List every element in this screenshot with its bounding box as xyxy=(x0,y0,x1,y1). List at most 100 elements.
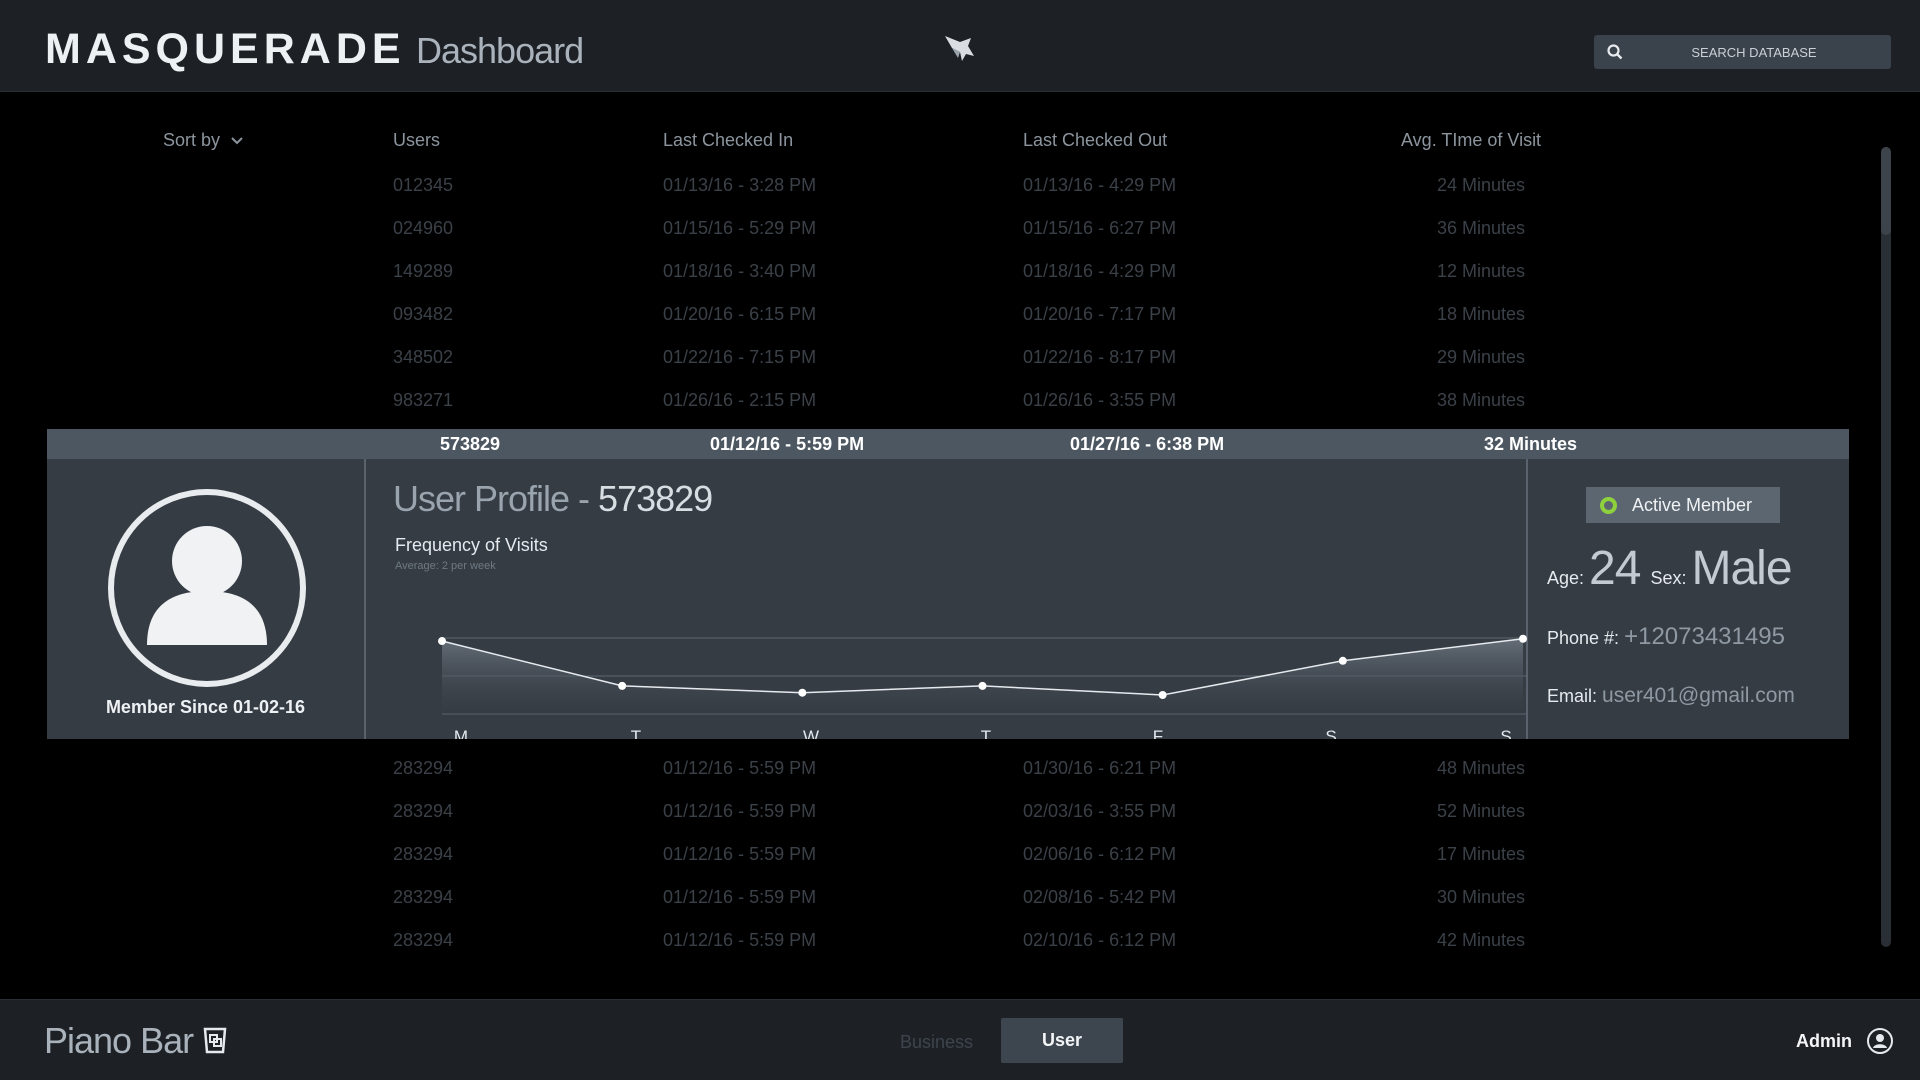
age-sex-row: Age: 24 Sex: Male xyxy=(1547,541,1793,596)
user-silhouette-icon xyxy=(147,526,267,645)
cell-checked-out: 01/26/16 - 3:55 PM xyxy=(1023,390,1177,410)
admin-label[interactable]: Admin xyxy=(1796,1031,1852,1052)
cell-checked-in: 01/12/16 - 5:59 PM xyxy=(663,930,817,950)
cell-checked-out: 01/27/16 - 6:38 PM xyxy=(1070,434,1225,454)
cell-user: 093482 xyxy=(393,304,454,324)
cell-checked-in: 01/15/16 - 5:29 PM xyxy=(663,218,817,238)
cell-user: 024960 xyxy=(393,218,454,238)
cell-avg-time: 48 Minutes xyxy=(1437,758,1526,778)
cell-checked-in: 01/12/16 - 5:59 PM xyxy=(710,434,865,454)
cell-avg-time: 38 Minutes xyxy=(1437,390,1526,410)
selected-table-row[interactable]: 573829 01/12/16 - 5:59 PM 01/27/16 - 6:3… xyxy=(47,429,1849,459)
scrollbar-thumb[interactable] xyxy=(1881,147,1891,235)
cell-user: 983271 xyxy=(393,390,454,410)
chevron-down-icon xyxy=(231,136,243,144)
profile-title: User Profile - 573829 xyxy=(393,478,713,520)
tab-business[interactable]: Business xyxy=(900,1032,973,1053)
frequency-chart: 0510 MTWTFSS xyxy=(438,634,1527,739)
cell-avg-time: 17 Minutes xyxy=(1437,844,1526,864)
cell-checked-out: 02/10/16 - 6:12 PM xyxy=(1023,930,1177,950)
sort-by-label: Sort by xyxy=(163,130,221,150)
table-row[interactable]: 093482 01/20/16 - 6:15 PM 01/20/16 - 7:1… xyxy=(0,292,1920,335)
phone-label: Phone #: xyxy=(1547,628,1620,648)
cell-user: 283294 xyxy=(393,758,454,778)
drink-glass-icon xyxy=(203,1027,227,1054)
cell-checked-out: 01/30/16 - 6:21 PM xyxy=(1023,758,1177,778)
table-row[interactable]: 283294 01/12/16 - 5:59 PM 02/10/16 - 6:1… xyxy=(0,918,1920,961)
status-label: Active Member xyxy=(1632,494,1753,515)
column-header-last-checked-in[interactable]: Last Checked In xyxy=(663,130,793,151)
cell-user: 348502 xyxy=(393,347,454,367)
table-row[interactable]: 024960 01/15/16 - 5:29 PM 01/15/16 - 6:2… xyxy=(0,206,1920,249)
table-row[interactable]: 283294 01/12/16 - 5:59 PM 01/30/16 - 6:2… xyxy=(0,746,1920,789)
cell-avg-time: 52 Minutes xyxy=(1437,801,1526,821)
chart-x-tick-label: T xyxy=(631,727,641,739)
cell-checked-in: 01/26/16 - 2:15 PM xyxy=(663,390,817,410)
cell-avg-time: 32 Minutes xyxy=(1484,434,1578,454)
cell-checked-in: 01/20/16 - 6:15 PM xyxy=(663,304,817,324)
footer-bar: Piano Bar Business User Admin xyxy=(0,999,1920,1080)
tab-user[interactable]: User xyxy=(1001,1018,1123,1063)
cell-avg-time: 36 Minutes xyxy=(1437,218,1526,238)
search-box[interactable] xyxy=(1594,35,1891,69)
profile-title-prefix: User Profile - xyxy=(393,478,599,519)
email-value[interactable]: user401@gmail.com xyxy=(1602,684,1795,707)
cell-checked-out: 02/08/16 - 5:42 PM xyxy=(1023,887,1177,907)
chart-point xyxy=(438,637,446,646)
sort-by-dropdown[interactable]: Sort by xyxy=(163,130,244,151)
cell-avg-time: 29 Minutes xyxy=(1437,347,1526,367)
admin-avatar-icon[interactable] xyxy=(1866,1027,1894,1055)
table-row[interactable]: 283294 01/12/16 - 5:59 PM 02/06/16 - 6:1… xyxy=(0,832,1920,875)
table-row[interactable]: 283294 01/12/16 - 5:59 PM 02/03/16 - 3:5… xyxy=(0,789,1920,832)
chart-x-tick-label: M xyxy=(454,727,468,739)
table-row[interactable]: 283294 01/12/16 - 5:59 PM 02/08/16 - 5:4… xyxy=(0,875,1920,918)
vertical-scrollbar[interactable] xyxy=(1881,147,1891,947)
sex-label: Sex: xyxy=(1650,568,1687,588)
chart-x-tick-label: F xyxy=(1153,727,1163,739)
age-value: 24 xyxy=(1589,542,1641,595)
cell-checked-in: 01/12/16 - 5:59 PM xyxy=(663,887,817,907)
active-status-icon xyxy=(1600,496,1617,514)
chart-point xyxy=(618,681,627,690)
cell-user: 283294 xyxy=(393,844,454,864)
user-profile-panel: Member Since 01-02-16 User Profile - 573… xyxy=(47,459,1849,739)
cell-avg-time: 24 Minutes xyxy=(1437,175,1526,195)
cell-checked-in: 01/18/16 - 3:40 PM xyxy=(663,261,817,281)
chart-point xyxy=(1519,634,1527,643)
cell-user: 573829 xyxy=(440,434,501,454)
member-since: Member Since 01-02-16 xyxy=(105,697,306,717)
cell-user: 283294 xyxy=(393,801,454,821)
cell-user: 283294 xyxy=(393,887,454,907)
cell-avg-time: 18 Minutes xyxy=(1437,304,1526,324)
chart-title: Frequency of Visits xyxy=(395,535,548,555)
page-title: Dashboard xyxy=(416,30,584,71)
cell-avg-time: 12 Minutes xyxy=(1437,261,1526,281)
search-input[interactable] xyxy=(1638,35,1870,69)
table-row[interactable]: 012345 01/13/16 - 3:28 PM 01/13/16 - 4:2… xyxy=(0,163,1920,206)
brand-title: MASQUERADE xyxy=(45,25,406,73)
cell-checked-out: 01/20/16 - 7:17 PM xyxy=(1023,304,1177,324)
cell-checked-out: 02/06/16 - 6:12 PM xyxy=(1023,844,1177,864)
table-row[interactable]: 983271 01/26/16 - 2:15 PM 01/26/16 - 3:5… xyxy=(0,378,1920,421)
column-header-avg-time[interactable]: Avg. TIme of Visit xyxy=(1401,130,1541,151)
cell-checked-out: 01/18/16 - 4:29 PM xyxy=(1023,261,1177,281)
chart-x-tick-label: T xyxy=(981,727,991,739)
table-row[interactable]: 348502 01/22/16 - 7:15 PM 01/22/16 - 8:1… xyxy=(0,335,1920,378)
chart-x-tick-label: S xyxy=(1500,727,1511,739)
email-label: Email: xyxy=(1547,686,1598,706)
search-icon xyxy=(1607,44,1623,60)
cell-avg-time: 30 Minutes xyxy=(1437,887,1526,907)
panel-divider xyxy=(364,459,366,739)
cell-checked-out: 01/13/16 - 4:29 PM xyxy=(1023,175,1177,195)
cell-avg-time: 42 Minutes xyxy=(1437,930,1526,950)
cell-checked-in: 01/13/16 - 3:28 PM xyxy=(663,175,817,195)
column-header-last-checked-out[interactable]: Last Checked Out xyxy=(1023,130,1167,151)
header-bar: MASQUERADE Dashboard xyxy=(0,0,1920,92)
chart-point xyxy=(798,688,807,697)
cell-checked-out: 01/22/16 - 8:17 PM xyxy=(1023,347,1177,367)
chart-subtitle: Average: 2 per week xyxy=(395,560,496,572)
cell-checked-out: 01/15/16 - 6:27 PM xyxy=(1023,218,1177,238)
table-row[interactable]: 149289 01/18/16 - 3:40 PM 01/18/16 - 4:2… xyxy=(0,249,1920,292)
phone-row: Phone #: +12073431495 xyxy=(1547,623,1785,651)
column-header-users[interactable]: Users xyxy=(393,130,440,151)
